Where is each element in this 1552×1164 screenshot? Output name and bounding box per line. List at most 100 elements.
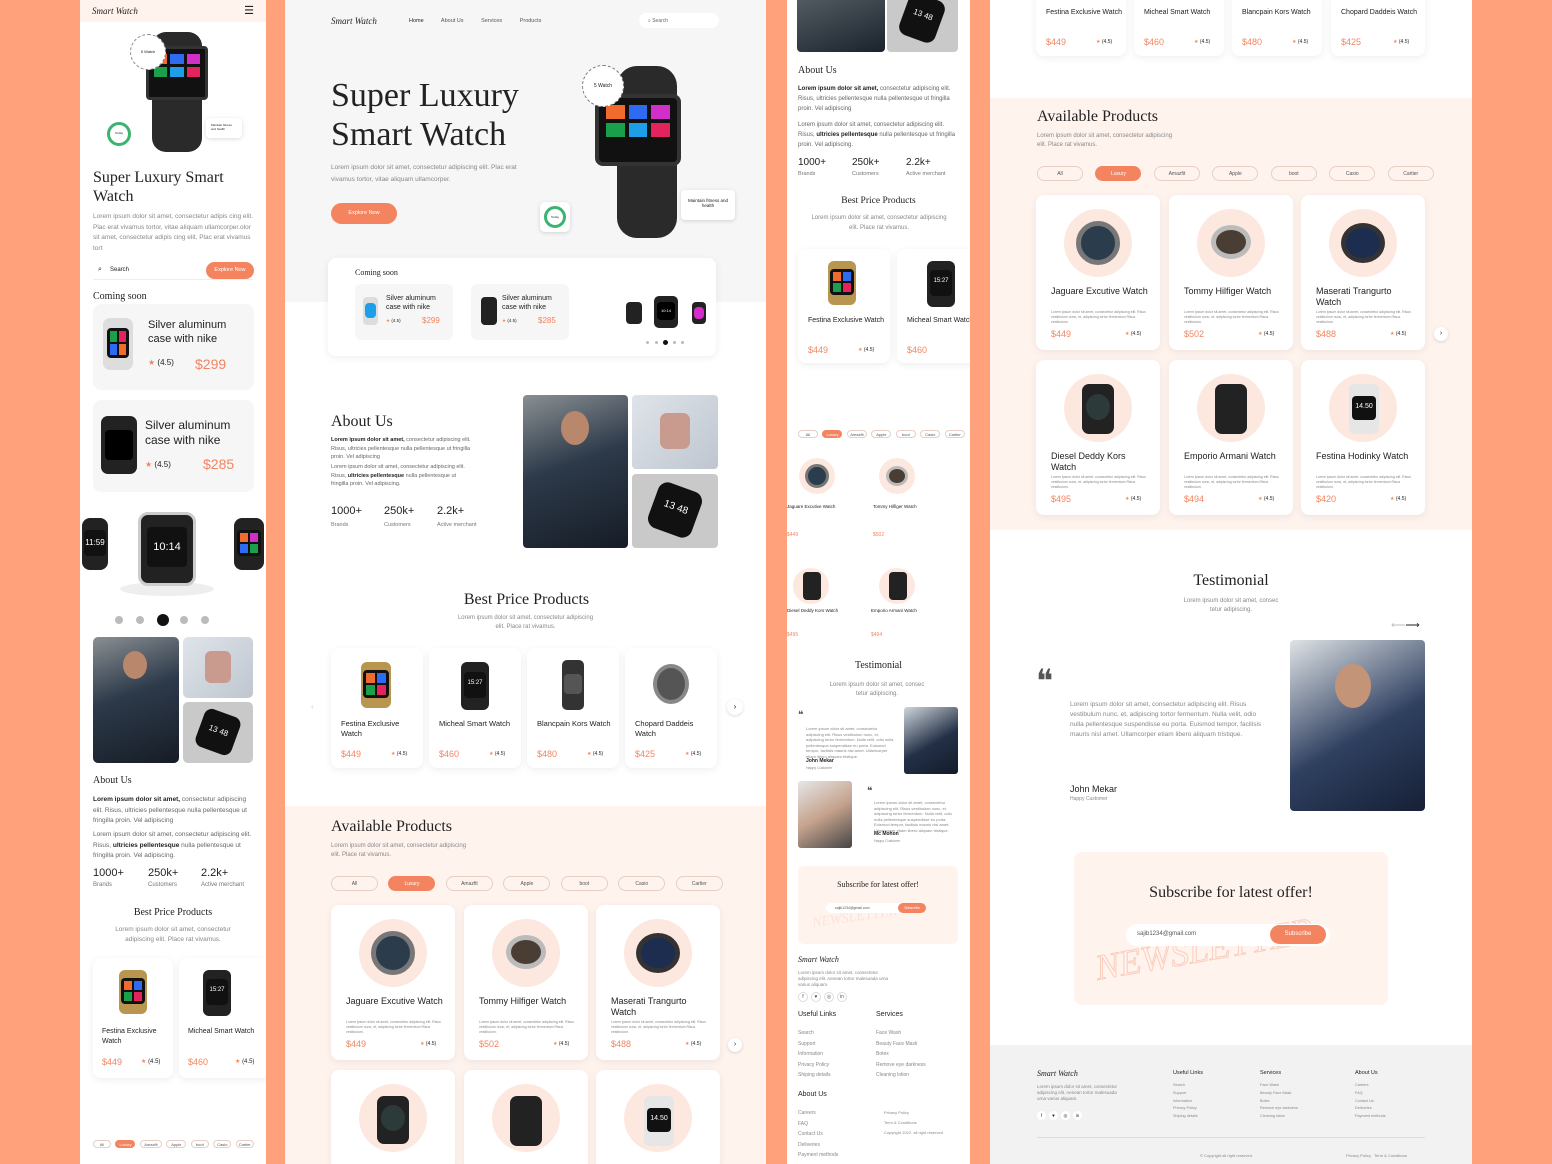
- avail-card[interactable]: Tommy Hilfiger Watch Lorem ipsum dolor s…: [464, 905, 588, 1060]
- twitter-icon: ♥: [1049, 1111, 1058, 1120]
- avail-card[interactable]: Emporio Armani Watch Lorem ipsum dolor s…: [1169, 360, 1293, 515]
- avail-filters[interactable]: All Luxury Amazfit Apple boot Casio Cart…: [331, 872, 731, 891]
- testimonial-arrows[interactable]: ⟵⟶: [1391, 620, 1420, 631]
- mobile-about-p2: Lorem ipsum dolor sit amet, consectetur …: [93, 831, 252, 859]
- avail-title: Available Products: [1037, 108, 1159, 125]
- about-photo-watch-pink: [183, 637, 253, 698]
- about-title: About Us: [798, 65, 837, 76]
- mobile-best-card[interactable]: Festina Exclusive Watch $449 ★ (4.5): [93, 958, 173, 1078]
- best-card[interactable]: 15:27 Micheal Smart Watch $460: [897, 249, 970, 363]
- prev-arrow-icon[interactable]: ‹: [311, 702, 314, 711]
- avail-filters[interactable]: All Luxury Amazfit Apple boot Casio Cart…: [798, 423, 970, 438]
- testimonial-title: Testimonial: [854, 660, 903, 671]
- mobile-about-title: About Us: [93, 775, 132, 786]
- avail-card[interactable]: [464, 1070, 588, 1164]
- instagram-icon: ◎: [824, 992, 834, 1002]
- about-photo-watch-black: 13 48: [632, 474, 718, 548]
- footer-brand[interactable]: Smart Watch: [1037, 1069, 1078, 1078]
- about-photo-watch-black: 13 48: [887, 0, 958, 52]
- avail-card[interactable]: Tommy Hilfiger Watch Lorem ipsum dolor s…: [1169, 195, 1293, 350]
- discount-badge: 5 Watch: [582, 65, 624, 107]
- arrow-left-icon[interactable]: ⟵: [1391, 620, 1405, 631]
- about-stats: 1000+ Brands 250k+ Customers 2.2k+ Active m…: [331, 505, 477, 528]
- coming-dots[interactable]: [646, 340, 686, 346]
- best-card[interactable]: Chopard Daddeis Watch $425 ★ (4.5): [625, 648, 717, 768]
- coming-title: Coming soon: [93, 291, 147, 302]
- avail-card[interactable]: Maserati Trangurto Watch Lorem ipsum dol…: [1301, 195, 1425, 350]
- linkedin-icon: in: [1073, 1111, 1082, 1120]
- newsletter-watermark: NEWSLETTER: [1092, 910, 1317, 989]
- facebook-icon: f: [798, 992, 808, 1002]
- mobile-filters[interactable]: All Luxury Amazfit Apple boot Casio Cart…: [93, 1133, 266, 1148]
- wide-panel: Festina Exclusive Watch $449 ★ (4.5) Miche…: [990, 0, 1472, 1164]
- coming-card[interactable]: Silver aluminum case with nike ★ (4.5) $…: [93, 400, 254, 492]
- about-stats: 1000+ Brands 250k+ Customers 2.2k+ Active m…: [798, 157, 946, 177]
- coming-item[interactable]: Silver aluminum case with nike ★ (4.5) $…: [355, 284, 453, 340]
- about-photo-watch-black: 13 48: [183, 702, 253, 763]
- brand-logo[interactable]: Smart Watch: [92, 6, 138, 16]
- menu-icon[interactable]: ☰: [244, 4, 254, 17]
- nav-products[interactable]: Products: [520, 18, 542, 24]
- mobile-search[interactable]: ⌕ Search Explore Now: [93, 262, 254, 280]
- best-card[interactable]: Festina Exclusive Watch $449 ★ (4.5): [798, 249, 890, 363]
- explore-button[interactable]: Explore Now: [206, 262, 254, 279]
- avail-card[interactable]: [331, 1070, 455, 1164]
- testimonial-desc: Lorem ipsum dolor sit amet, consec tetur…: [829, 682, 925, 697]
- testimonial-name: John Mekar: [1070, 784, 1118, 794]
- footer-brand[interactable]: Smart Watch: [798, 955, 839, 964]
- best-card[interactable]: Festina Exclusive Watch $449 ★ (4.5): [1036, 0, 1126, 56]
- about-photo-man: [523, 395, 628, 548]
- subscribe-title: Subscribe for latest offer!: [1149, 884, 1313, 901]
- brand-logo[interactable]: Smart Watch: [331, 16, 377, 26]
- testimonial-quote: Lorem ipsum dolor sit amet, consectetur …: [1070, 701, 1262, 738]
- nav-home[interactable]: Home: [409, 18, 424, 24]
- subscribe-button[interactable]: Subscribe: [898, 903, 926, 913]
- avail-card[interactable]: 14.50: [596, 1070, 720, 1164]
- avail-card[interactable]: Maserati Trangurto Watch Lorem ipsum dol…: [596, 905, 720, 1060]
- avail-card[interactable]: Jaguare Excutive Watch Lorem ipsum dolor…: [331, 905, 455, 1060]
- arrow-right-icon[interactable]: ⟶: [1405, 620, 1419, 631]
- carousel-dots[interactable]: [115, 614, 215, 626]
- avail-filters[interactable]: All Luxury Amazfit Apple boot Casio Cart…: [1037, 162, 1437, 181]
- search-input[interactable]: ⌕ Search: [639, 13, 719, 28]
- testimonial-role: Happy Customer: [1070, 796, 1108, 802]
- best-card[interactable]: 15:27 Micheal Smart Watch $460 ★ (4.5): [429, 648, 521, 768]
- hero-desc: Lorem ipsum dolor sit amet, consectetur …: [331, 164, 517, 183]
- quote-icon: ❝: [867, 786, 873, 797]
- best-card[interactable]: Blancpain Kors Watch $480 ★ (4.5): [1232, 0, 1322, 56]
- nav-services[interactable]: Services: [481, 18, 502, 24]
- best-card[interactable]: Festina Exclusive Watch $449 ★ (4.5): [331, 648, 423, 768]
- next-arrow-icon[interactable]: ›: [728, 1038, 742, 1052]
- best-card[interactable]: Micheal Smart Watch $460 ★ (4.5): [1134, 0, 1224, 56]
- subscribe-button[interactable]: Subscribe: [1270, 925, 1326, 944]
- best-card[interactable]: Blancpain Kors Watch $480 ★ (4.5): [527, 648, 619, 768]
- hero-title: Super Luxury Smart Watch: [331, 77, 519, 153]
- mobile-about-p1: Lorem ipsum dolor sit amet, consectetur …: [93, 796, 247, 824]
- footer-about-list: Careers FAQ Contact Us Deliveries Payment me…: [1355, 1083, 1386, 1119]
- mobile-best-card[interactable]: 15:27 Micheal Smart Watch $460 ★ (4.5): [179, 958, 266, 1078]
- search-icon: ⌕: [98, 266, 102, 273]
- fitness-tag: Maintain fitness and health: [206, 118, 242, 138]
- avail-card[interactable]: Diesel Deddy Kors Watch Lorem ipsum dolo…: [1036, 360, 1160, 515]
- about-photo-man: [797, 0, 885, 52]
- best-card[interactable]: Chopard Daddeis Watch $425 ★ (4.5): [1331, 0, 1425, 56]
- next-arrow-icon[interactable]: ›: [727, 699, 743, 715]
- watch-carousel[interactable]: 11:59 10:14: [80, 510, 266, 600]
- linkedin-icon: in: [837, 992, 847, 1002]
- social-icons[interactable]: f ♥ ◎ in: [798, 992, 847, 1002]
- nav-about[interactable]: About Us: [441, 18, 464, 24]
- coming-item[interactable]: Silver aluminum case with nike ★ (4.5) $…: [471, 284, 569, 340]
- coming-card[interactable]: Silver aluminum case with nike ★ (4.5) $…: [93, 304, 254, 390]
- next-arrow-icon[interactable]: ›: [1434, 327, 1448, 341]
- social-icons[interactable]: f ♥ ◎ in: [1037, 1111, 1082, 1120]
- avail-desc: Lorem ipsum dolor sit amet, consectetur …: [331, 843, 467, 858]
- avail-card[interactable]: Jaguare Excutive Watch Lorem ipsum dolor…: [1036, 195, 1160, 350]
- steps-widget: Today: [107, 122, 131, 146]
- explore-button[interactable]: Explore Now: [331, 203, 397, 224]
- about-p2: Lorem ipsum dolor sit amet, consectetur …: [331, 464, 465, 487]
- facebook-icon: f: [1037, 1111, 1046, 1120]
- avail-card[interactable]: 14.50 Festina Hodinky Watch Lorem ipsum …: [1301, 360, 1425, 515]
- copyright: © Copyright all right reserved: [1200, 1153, 1252, 1158]
- testimonial-photo: [798, 781, 852, 848]
- footer: Smart Watch Lorem ipsum dolor sit amet, …: [990, 1045, 1472, 1164]
